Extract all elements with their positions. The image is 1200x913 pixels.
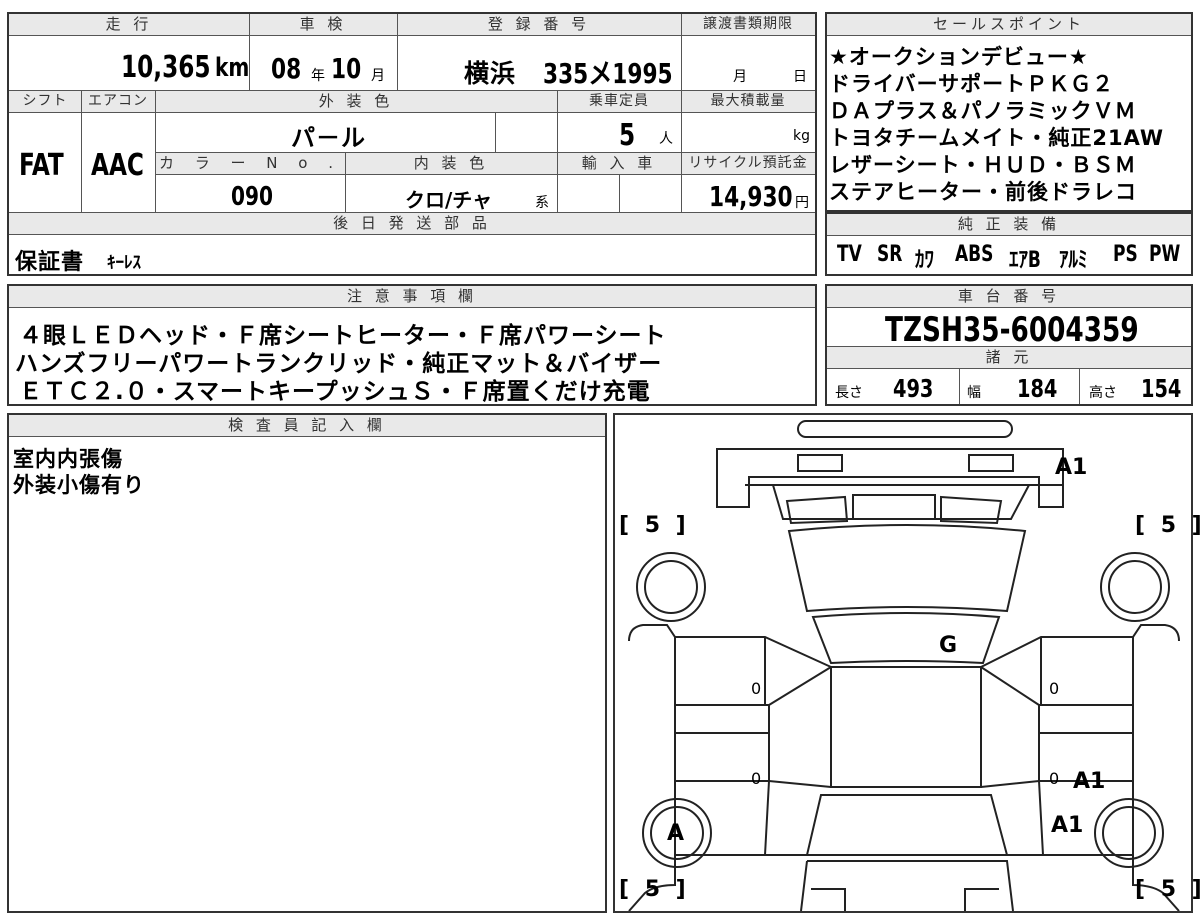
- damage-mark-windshield: G: [939, 633, 958, 658]
- inspector-line: 外装小傷有り: [13, 473, 145, 497]
- equipment-header: 純 正 装 備: [827, 214, 1191, 236]
- interior-color-value: クロ/チャ: [405, 188, 493, 212]
- sales-point-line: ドライバーサポートＰＫＧ２: [829, 72, 1115, 96]
- tire-rear-left-grade: [ 5 ]: [619, 877, 690, 902]
- max-load-unit: kg: [793, 128, 810, 144]
- inspection-year: 08: [271, 52, 302, 85]
- damage-mark-right-rear-fender: A1: [1051, 813, 1084, 838]
- equipment-item: PS: [1113, 242, 1138, 267]
- damage-diagram-box: [ 5 ] [ 5 ] [ 5 ] [ 5 ] A1 G 0 0 0 0 A1 …: [613, 413, 1200, 913]
- later-parts-extra: ｷｰﾚｽ: [107, 253, 141, 273]
- header-max-load: 最大積載量: [681, 91, 815, 113]
- sales-points-box: セールスポイント ★オークションデビュー★ ドライバーサポートＰＫＧ２ ＤＡプラ…: [825, 12, 1193, 212]
- equipment-item: PW: [1149, 242, 1181, 267]
- header-inspection: 車 検: [249, 14, 397, 36]
- equipment-item: SR: [877, 242, 903, 267]
- sales-point-line: ステアヒーター・前後ドラレコ: [829, 180, 1137, 204]
- car-diagram: [628, 420, 1180, 911]
- header-registration: 登 録 番 号: [397, 14, 681, 36]
- capacity-value: 5: [619, 118, 636, 153]
- chassis-number: TZSH35-6004359: [885, 310, 1139, 350]
- tire-front-left-grade: [ 5 ]: [619, 513, 690, 538]
- damage-mark-left-front-door: 0: [751, 679, 762, 698]
- note-line: ＥＴＣ２.０・スマートキープッシュＳ・Ｆ席置くだけ充電: [19, 379, 651, 405]
- spec-width-label: 幅: [967, 385, 981, 401]
- inspection-month-unit: 月: [371, 68, 385, 84]
- spec-height-value: 154: [1141, 374, 1182, 403]
- shift-value: FAT: [19, 148, 64, 183]
- transfer-day-unit: 日: [793, 69, 807, 85]
- damage-mark-left-rear-door: 0: [751, 769, 762, 788]
- spec-length-label: 長さ: [835, 385, 863, 401]
- header-capacity: 乗車定員: [557, 91, 681, 113]
- sales-point-line: ＤＡプラス＆パノラミックＶＭ: [829, 99, 1137, 123]
- spec-length-value: 493: [893, 374, 934, 403]
- header-import: 輸 入 車: [557, 153, 681, 175]
- sales-points-header: セールスポイント: [827, 14, 1191, 36]
- chassis-box: 車 台 番 号 TZSH35-6004359 諸 元 長さ 493 幅 184 …: [825, 284, 1193, 406]
- recycle-unit: 円: [795, 195, 809, 211]
- notes-box: 注 意 事 項 欄 ４眼ＬＥＤヘッド・Ｆ席シートヒーター・Ｆ席パワーシート ハン…: [7, 284, 817, 406]
- header-color-no: カ ラ ー N o .: [155, 153, 345, 175]
- header-transfer-deadline: 譲渡書類期限: [681, 14, 815, 36]
- damage-mark-right-rear-door: 0: [1049, 769, 1060, 788]
- spec-height-label: 高さ: [1089, 385, 1117, 401]
- header-later-parts: 後 日 発 送 部 品: [9, 213, 815, 235]
- header-shift: シフト: [9, 91, 81, 113]
- equipment-item: TV: [837, 242, 862, 267]
- damage-mark-rear-bumper: A1: [1055, 455, 1088, 480]
- header-mileage: 走 行: [9, 14, 249, 36]
- tire-rear-right-grade: [ 5 ]: [1135, 877, 1200, 902]
- vehicle-info-table: 走 行 車 検 登 録 番 号 譲渡書類期限 10,365 km 08 年 10…: [7, 12, 817, 276]
- header-interior-color: 内 装 色: [345, 153, 557, 175]
- specs-header: 諸 元: [827, 347, 1191, 369]
- notes-header: 注 意 事 項 欄: [9, 286, 815, 308]
- sales-point-line: レザーシート・ＨＵＤ・ＢＳＭ: [829, 153, 1137, 177]
- inspector-box: 検 査 員 記 入 欄 室内内張傷 外装小傷有り: [7, 413, 607, 913]
- spec-width-value: 184: [1017, 374, 1058, 403]
- damage-mark-right-front-door: 0: [1049, 679, 1060, 698]
- inspection-year-unit: 年: [311, 68, 325, 84]
- recycle-value: 14,930: [709, 180, 793, 213]
- sales-point-line: トヨタチームメイト・純正21AW: [829, 126, 1165, 150]
- interior-color-suffix: 系: [535, 195, 549, 211]
- inspector-header: 検 査 員 記 入 欄: [9, 415, 605, 437]
- equipment-item: ABS: [955, 242, 994, 267]
- transfer-month-unit: 月: [733, 69, 747, 85]
- damage-mark-right-rear-door-a1: A1: [1073, 769, 1106, 794]
- mileage-unit: km: [215, 53, 250, 83]
- tire-front-right-grade: [ 5 ]: [1135, 513, 1200, 538]
- chassis-header: 車 台 番 号: [827, 286, 1191, 308]
- aircon-value: AAC: [91, 148, 144, 183]
- registration-area: 横浜: [464, 59, 517, 88]
- inspection-month: 10: [331, 52, 362, 85]
- capacity-unit: 人: [659, 131, 673, 147]
- damage-mark-left-rear-wheel: A: [667, 821, 685, 846]
- exterior-color-value: パ－ル: [291, 124, 366, 152]
- equipment-item: ｶﾜ: [915, 248, 934, 273]
- color-no-value: 090: [231, 182, 273, 212]
- later-parts-value: 保証書: [15, 250, 85, 275]
- header-recycle: リサイクル預託金: [681, 153, 815, 175]
- registration-number: 335メ1995: [543, 57, 673, 90]
- header-aircon: エアコン: [81, 91, 155, 113]
- equipment-box: 純 正 装 備 TV SR ｶﾜ ABS ｴｱB ｱﾙﾐ PS PW: [825, 212, 1193, 276]
- equipment-item: ｱﾙﾐ: [1059, 248, 1088, 273]
- equipment-item: ｴｱB: [1009, 248, 1041, 273]
- mileage-value: 10,365: [121, 50, 211, 85]
- sales-point-line: ★オークションデビュー★: [829, 45, 1089, 69]
- header-exterior-color: 外 装 色: [155, 91, 557, 113]
